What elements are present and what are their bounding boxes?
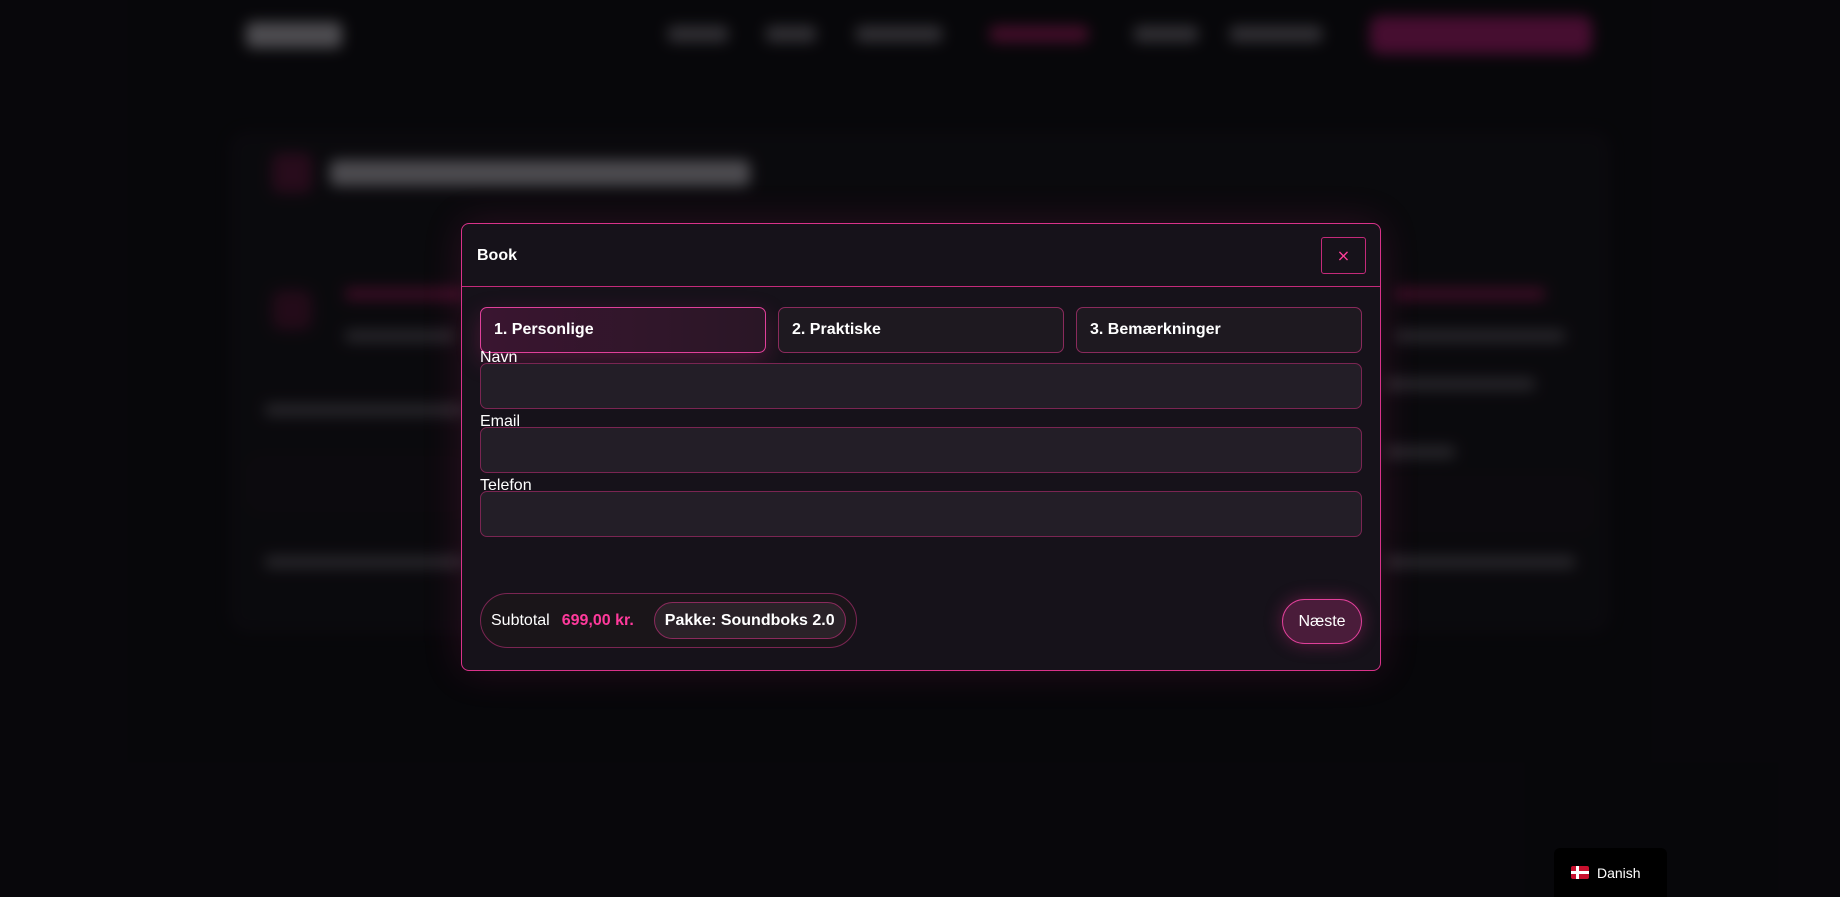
close-icon: ×: [1336, 246, 1351, 265]
step-tab-remarks[interactable]: 3. Bemærkninger: [1076, 307, 1362, 353]
denmark-flag-icon: [1571, 866, 1589, 879]
step-tab-personal[interactable]: 1. Personlige: [480, 307, 766, 353]
step-tabs: 1. Personlige 2. Praktiske 3. Bemærkning…: [480, 307, 1362, 353]
modal-header: Book ×: [462, 224, 1380, 287]
close-button[interactable]: ×: [1321, 237, 1366, 274]
modal-title: Book: [477, 247, 517, 264]
booking-modal: Book × 1. Personlige 2. Praktiske 3. Bem…: [461, 223, 1381, 671]
subtotal-label: Subtotal: [491, 611, 550, 629]
language-label: Danish: [1597, 864, 1641, 881]
package-badge: Pakke: Soundboks 2.0: [653, 602, 846, 639]
language-switcher[interactable]: Danish: [1554, 848, 1667, 897]
step-tab-practical[interactable]: 2. Praktiske: [778, 307, 1064, 353]
name-input[interactable]: [480, 363, 1362, 409]
order-summary: Subtotal 699,00 kr. Pakke: Soundboks 2.0: [480, 593, 857, 648]
subtotal-value: 699,00 kr.: [561, 611, 634, 629]
phone-input[interactable]: [480, 491, 1362, 537]
next-button[interactable]: Næste: [1282, 599, 1362, 644]
email-input[interactable]: [480, 427, 1362, 473]
